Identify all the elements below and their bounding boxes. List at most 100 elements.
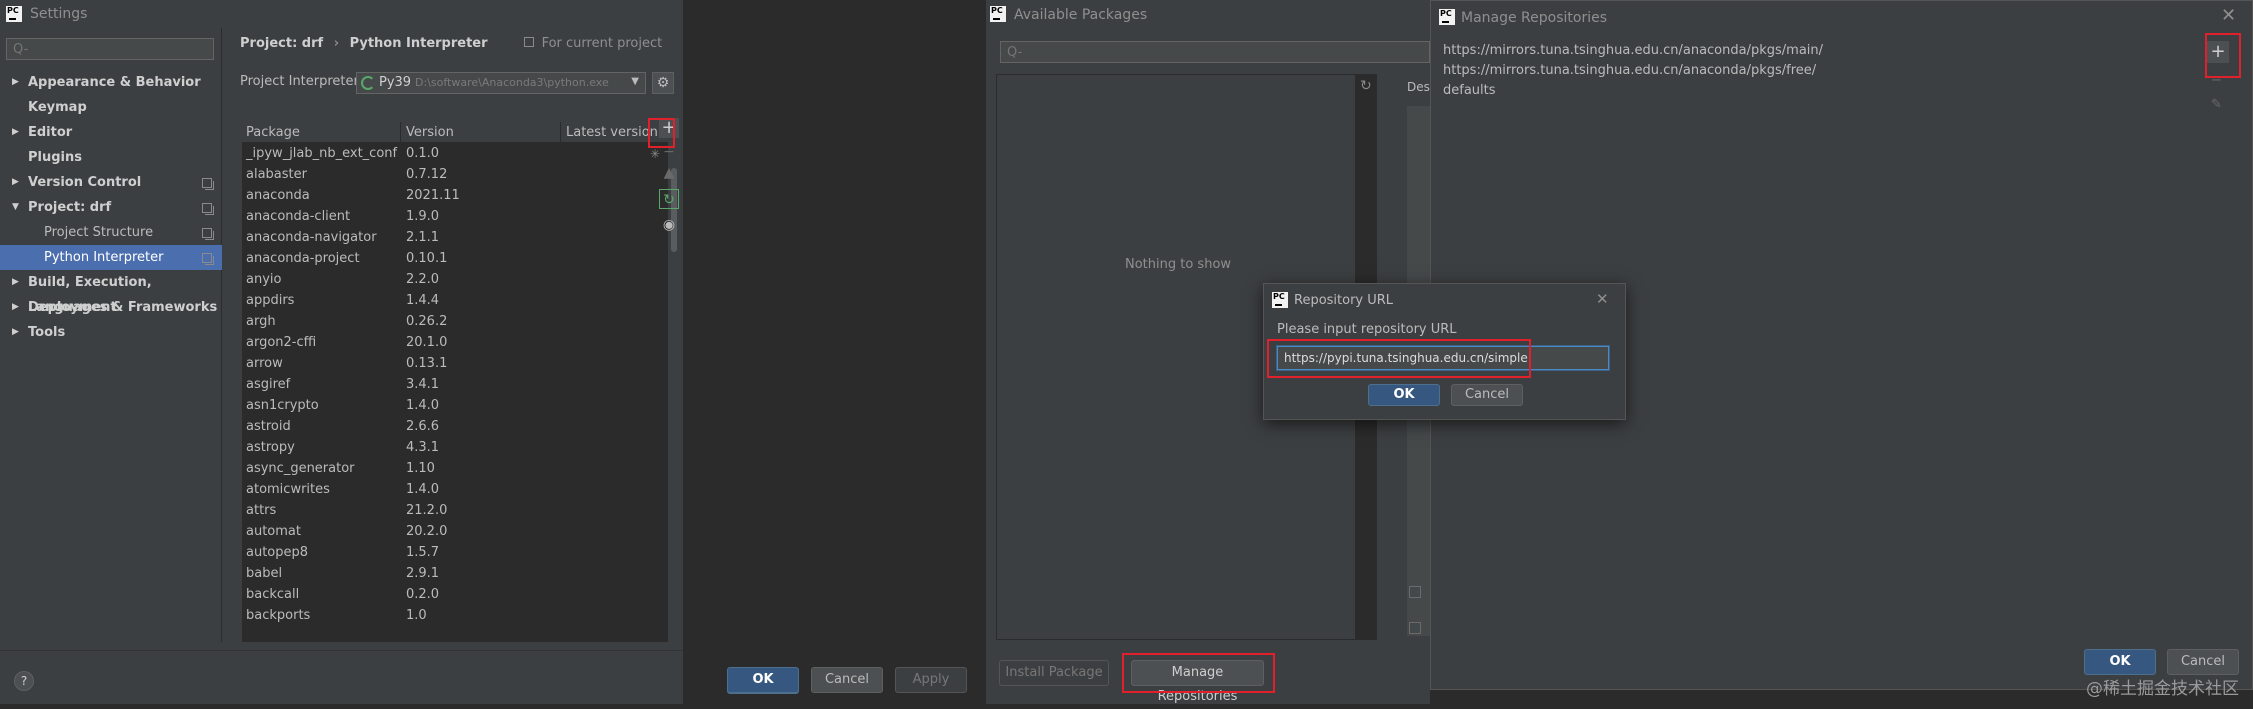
manage-repos-cancel-button[interactable]: Cancel: [2167, 649, 2239, 675]
list-item[interactable]: defaults: [1443, 83, 1496, 98]
repo-url-cancel-button[interactable]: Cancel: [1451, 384, 1523, 406]
settings-sidebar: ▶ Appearance & Behavior Keymap ▶ Editor Plugi…: [0, 28, 222, 642]
table-row[interactable]: anaconda 2021.11: [242, 185, 668, 206]
option-checkbox[interactable]: [1409, 622, 1421, 634]
table-row[interactable]: _ipyw_jlab_nb_ext_conf 0.1.0: [242, 143, 668, 164]
table-row[interactable]: autopep8 1.5.7: [242, 542, 668, 563]
chevron-right-icon[interactable]: ▶: [12, 270, 19, 295]
help-button[interactable]: ?: [14, 671, 34, 691]
sidebar-item[interactable]: ▶ Tools: [0, 320, 222, 345]
manage-repositories-button[interactable]: Manage Repositories: [1131, 660, 1264, 704]
sidebar-item[interactable]: ▶ Version Control: [0, 170, 222, 195]
table-row[interactable]: argon2-cffi 20.1.0: [242, 332, 668, 353]
package-name: anaconda: [246, 188, 310, 203]
sidebar-item-label: Editor: [28, 125, 73, 140]
edit-repository-icon[interactable]: ✎: [2211, 97, 2222, 112]
column-header-version[interactable]: Version: [406, 122, 454, 143]
table-row[interactable]: anyio 2.2.0: [242, 269, 668, 290]
table-row[interactable]: anaconda-navigator 2.1.1: [242, 227, 668, 248]
table-row[interactable]: astroid 2.6.6: [242, 416, 668, 437]
add-repository-icon[interactable]: +: [2207, 41, 2229, 63]
sidebar-item[interactable]: ▶ Editor: [0, 120, 222, 145]
upgrade-package-icon[interactable]: ▲: [659, 163, 679, 183]
package-version: 0.10.1: [406, 251, 448, 266]
refresh-icon[interactable]: ↻: [659, 189, 679, 209]
add-package-icon[interactable]: +: [659, 118, 679, 138]
interpreter-select[interactable]: Py39 D:\software\Anaconda3\python.exe ▼: [356, 72, 646, 94]
table-row[interactable]: astropy 4.3.1: [242, 437, 668, 458]
eye-icon[interactable]: ◉: [659, 215, 679, 235]
package-version: 21.2.0: [406, 503, 448, 518]
settings-apply[interactable]: Apply: [895, 667, 967, 693]
settings-search-input[interactable]: [6, 38, 214, 60]
package-name: asgiref: [246, 377, 291, 392]
table-row[interactable]: automat 20.2.0: [242, 521, 668, 542]
install-package-button[interactable]: Install Package: [999, 660, 1109, 686]
table-row[interactable]: alabaster 0.7.12: [242, 164, 668, 185]
sidebar-item[interactable]: Project Structure: [0, 220, 222, 245]
manage-repos-ok-button[interactable]: OK: [2084, 649, 2156, 675]
table-row[interactable]: attrs 21.2.0: [242, 500, 668, 521]
gear-icon[interactable]: ⚙: [652, 72, 674, 94]
package-name: atomicwrites: [246, 482, 330, 497]
table-row[interactable]: atomicwrites 1.4.0: [242, 479, 668, 500]
package-version: 2.9.1: [406, 566, 440, 581]
table-row[interactable]: asn1crypto 1.4.0: [242, 395, 668, 416]
package-name: backports: [246, 608, 311, 623]
table-row[interactable]: argh 0.26.2: [242, 311, 668, 332]
settings-cancel[interactable]: Cancel: [811, 667, 883, 693]
repo-url-close-icon[interactable]: ✕: [1596, 290, 1609, 308]
sidebar-item[interactable]: ▶ Build, Execution, Deployment: [0, 270, 222, 315]
settings-ok[interactable]: OK: [727, 667, 799, 693]
settings-title: Settings: [30, 6, 88, 22]
table-row[interactable]: arrow 0.13.1: [242, 353, 668, 374]
table-row[interactable]: babel 2.9.1: [242, 563, 668, 584]
sidebar-item-label: Plugins: [28, 150, 82, 165]
table-row[interactable]: async_generator 1.10: [242, 458, 668, 479]
sidebar-item[interactable]: ▼ Project: drf: [0, 195, 222, 220]
chevron-right-icon[interactable]: ▶: [12, 295, 19, 320]
package-version: 1.10: [406, 461, 435, 476]
manage-repos-close-icon[interactable]: ✕: [2221, 7, 2236, 25]
available-search-input[interactable]: [1000, 41, 1430, 63]
chevron-down-icon[interactable]: ▼: [12, 195, 19, 220]
column-header-package[interactable]: Package: [246, 122, 300, 143]
sidebar-item[interactable]: Keymap: [0, 95, 222, 120]
breadcrumb-page: Python Interpreter: [349, 36, 488, 51]
table-row[interactable]: backports 1.0: [242, 605, 668, 626]
sidebar-item[interactable]: Plugins: [0, 145, 222, 170]
breadcrumb-project[interactable]: Project: drf: [240, 36, 323, 51]
watermark: @稀土掘金技术社区: [2086, 679, 2239, 699]
table-row[interactable]: asgiref 3.4.1: [242, 374, 668, 395]
list-item[interactable]: https://mirrors.tuna.tsinghua.edu.cn/ana…: [1443, 63, 1816, 78]
sidebar-item-label: Project Structure: [44, 225, 154, 240]
column-header-latest[interactable]: Latest version: [566, 122, 658, 143]
chevron-right-icon[interactable]: ▶: [12, 70, 19, 95]
sidebar-item[interactable]: Python Interpreter: [0, 245, 222, 270]
repository-url-input[interactable]: [1277, 346, 1609, 370]
package-name: attrs: [246, 503, 277, 518]
sidebar-item[interactable]: ▶ Appearance & Behavior: [0, 70, 222, 95]
repo-url-prompt: Please input repository URL: [1277, 322, 1457, 337]
table-row[interactable]: anaconda-project 0.10.1: [242, 248, 668, 269]
package-name: anyio: [246, 272, 282, 287]
package-name: argh: [246, 314, 276, 329]
chevron-right-icon[interactable]: ▶: [12, 120, 19, 145]
repo-url-ok-button[interactable]: OK: [1368, 384, 1440, 406]
table-row[interactable]: anaconda-client 1.9.0: [242, 206, 668, 227]
package-name: async_generator: [246, 461, 355, 476]
package-version: 0.26.2: [406, 314, 448, 329]
sidebar-item[interactable]: ▶ Languages & Frameworks: [0, 295, 222, 320]
remove-package-icon[interactable]: −: [659, 142, 679, 162]
option-checkbox[interactable]: [1409, 586, 1421, 598]
breadcrumb-separator: ›: [333, 36, 340, 51]
interpreter-name: Py39: [379, 75, 412, 90]
list-item[interactable]: https://mirrors.tuna.tsinghua.edu.cn/ana…: [1443, 43, 1823, 58]
package-version: 1.9.0: [406, 209, 440, 224]
chevron-right-icon[interactable]: ▶: [12, 320, 19, 345]
table-row[interactable]: appdirs 1.4.4: [242, 290, 668, 311]
chevron-right-icon[interactable]: ▶: [12, 170, 19, 195]
table-row[interactable]: backcall 0.2.0: [242, 584, 668, 605]
remove-repository-icon[interactable]: −: [2211, 73, 2222, 88]
reload-list-icon[interactable]: ↻: [1360, 78, 1372, 94]
